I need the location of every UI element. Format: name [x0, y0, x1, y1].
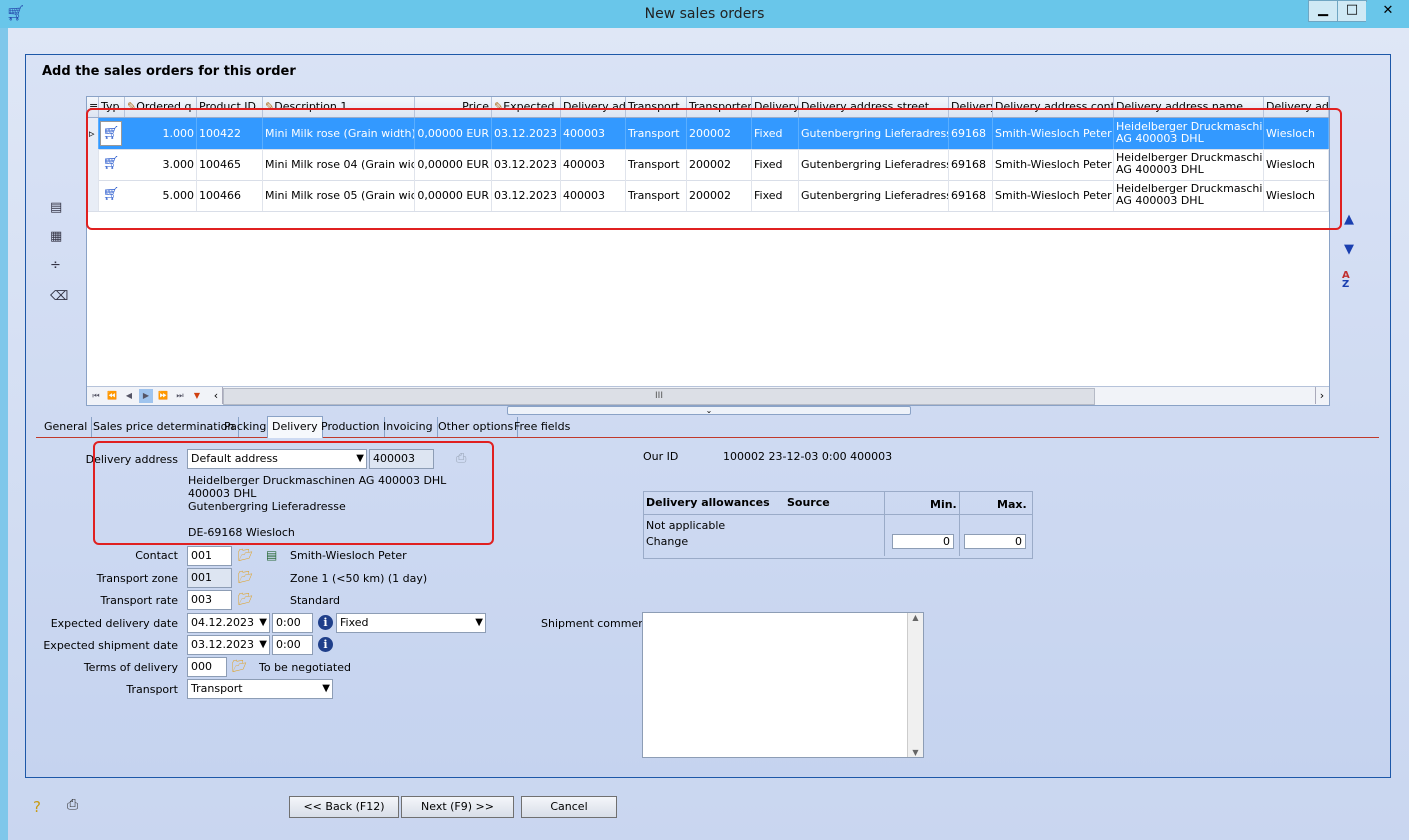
folder-icon[interactable]: 📂︎ [238, 570, 253, 584]
grid-rows-highlight [86, 108, 1342, 230]
tab-other-options[interactable]: Other options [434, 417, 519, 437]
maximize-button[interactable]: □ [1337, 0, 1367, 22]
title-bar: 🛒︎ New sales orders ▁ □ ✕ [0, 0, 1409, 28]
multi-view-icon[interactable]: ▦ [50, 229, 62, 244]
grid-footer: ⏮ ⏪ ◀ ▶ ⏩ ⏭ ▼ ‹ III › [87, 386, 1329, 405]
tab-sales-price[interactable]: Sales price determination [89, 417, 240, 437]
allowances-source: Source [787, 496, 830, 509]
split-icon[interactable]: ÷ [50, 258, 61, 273]
transport-zone-label: Transport zone [96, 572, 178, 585]
terms-field[interactable]: 000 [187, 657, 227, 677]
window-title: New sales orders [644, 6, 765, 22]
tab-bar: General Sales price determination Packin… [36, 416, 1379, 438]
expected-delivery-time[interactable]: 0:00 [272, 613, 313, 633]
transport-zone-name: Zone 1 (<50 km) (1 day) [290, 572, 428, 585]
cancel-button[interactable]: Cancel [521, 796, 617, 818]
prev-record-icon[interactable]: ◀ [122, 389, 136, 403]
next-button[interactable]: Next (F9) >> [401, 796, 514, 818]
tab-general[interactable]: General [40, 417, 93, 437]
folder-icon[interactable]: 📂︎ [238, 548, 253, 562]
move-down-icon[interactable]: ▼ [1344, 242, 1354, 257]
shipment-comment-label: Shipment comment [541, 617, 650, 630]
expected-shipment-label: Expected shipment date [43, 639, 178, 652]
tab-packing[interactable]: Packing [220, 417, 272, 437]
tab-free-fields[interactable]: Free fields [510, 417, 574, 437]
chevron-down-icon: ▼ [322, 683, 330, 694]
horizontal-scrollbar-thumb[interactable]: III [223, 388, 1095, 405]
next-record-icon[interactable]: ▶ [139, 389, 153, 403]
transport-rate-label: Transport rate [100, 594, 178, 607]
delivery-allowances-table: Delivery allowances Source Min. Max. Not… [643, 491, 1033, 559]
allowances-title: Delivery allowances [646, 496, 770, 509]
next-page-icon[interactable]: ⏩ [156, 389, 170, 403]
folder-icon[interactable]: 📂︎ [238, 592, 253, 606]
shipment-comment-textarea[interactable]: ▲ ▼ [642, 612, 924, 758]
chevron-down-icon: ▼ [259, 639, 267, 650]
eraser-icon[interactable]: ⌫ [50, 289, 68, 304]
last-page-icon[interactable]: ⏭ [173, 389, 187, 403]
transport-rate-field[interactable]: 003 [187, 590, 232, 610]
transport-zone-field: 001 [187, 568, 232, 588]
contact-name: Smith-Wiesloch Peter [290, 549, 407, 562]
divider [644, 514, 1032, 515]
sort-az-icon[interactable]: AZ [1342, 271, 1350, 290]
our-id-value: 100002 23-12-03 0:00 400003 [723, 450, 893, 463]
allowances-row-na: Not applicable [646, 519, 726, 532]
prev-page-icon[interactable]: ⏪ [105, 389, 119, 403]
delivery-mode-select[interactable]: Fixed ▼ [336, 613, 486, 633]
address-highlight [93, 441, 494, 545]
vertical-scrollbar[interactable]: ▲ ▼ [907, 613, 923, 757]
terms-name: To be negotiated [259, 661, 351, 674]
help-icon[interactable]: ? [33, 798, 41, 816]
allowance-max-input[interactable]: 0 [964, 534, 1026, 549]
our-id-label: Our ID [643, 450, 679, 463]
expected-shipment-date[interactable]: 03.12.2023 ▼ [187, 635, 270, 655]
allowances-max-header: Max. [997, 498, 1027, 511]
expected-delivery-label: Expected delivery date [50, 617, 178, 630]
contact-label: Contact [135, 549, 178, 562]
contact-card-icon[interactable]: ▤ [266, 548, 277, 562]
printer-icon[interactable]: ⎙ [67, 797, 78, 813]
scroll-left-icon[interactable]: ‹ [210, 387, 223, 404]
page-heading: Add the sales orders for this order [42, 64, 296, 79]
folder-icon[interactable]: 📂︎ [232, 659, 247, 673]
back-button[interactable]: << Back (F12) [289, 796, 399, 818]
transport-label: Transport [126, 683, 178, 696]
tab-production[interactable]: Production [317, 417, 385, 437]
expected-shipment-time[interactable]: 0:00 [272, 635, 313, 655]
chevron-down-icon: ▼ [259, 617, 267, 628]
transport-rate-name: Standard [290, 594, 341, 607]
info-icon[interactable]: i [318, 615, 333, 630]
contact-field[interactable]: 001 [187, 546, 232, 566]
tab-invoicing[interactable]: Invoicing [379, 417, 438, 437]
scroll-right-icon[interactable]: › [1315, 387, 1328, 404]
expected-delivery-date[interactable]: 04.12.2023 ▼ [187, 613, 270, 633]
first-page-icon[interactable]: ⏮ [89, 389, 103, 403]
terms-label: Terms of delivery [83, 661, 178, 674]
allowances-min-header: Min. [930, 498, 957, 511]
filter-icon[interactable]: ▼ [190, 389, 204, 403]
info-icon[interactable]: i [318, 637, 333, 652]
chevron-down-icon: ▼ [475, 617, 483, 628]
close-button[interactable]: ✕ [1366, 2, 1409, 22]
minimize-button[interactable]: ▁ [1308, 0, 1338, 22]
allowances-row-change: Change [646, 535, 689, 548]
splitter-handle[interactable]: ⌄ [507, 406, 911, 415]
move-up-icon[interactable]: ▲ [1344, 212, 1354, 227]
view-icon[interactable]: ▤ [50, 200, 62, 215]
tab-delivery[interactable]: Delivery [267, 416, 323, 438]
allowance-min-input[interactable]: 0 [892, 534, 954, 549]
transport-select[interactable]: Transport ▼ [187, 679, 333, 699]
